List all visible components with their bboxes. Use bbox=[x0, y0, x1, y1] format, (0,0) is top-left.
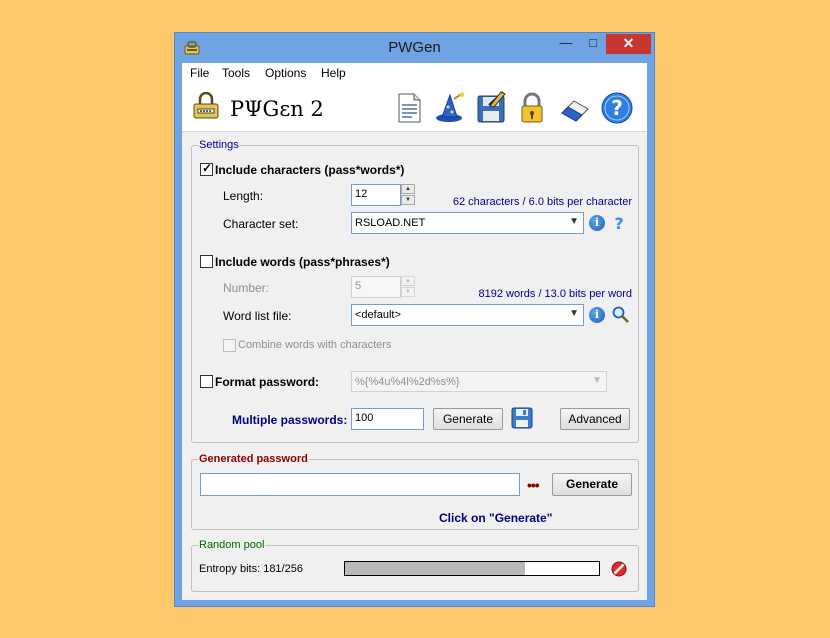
advanced-button[interactable]: Advanced bbox=[560, 408, 630, 430]
wordlist-info-icon[interactable]: i bbox=[589, 307, 605, 323]
include-chars-label: Include characters (pass*words*) bbox=[215, 163, 405, 177]
length-down-arrow[interactable]: ▼ bbox=[401, 195, 415, 205]
combine-label: Combine words with characters bbox=[238, 339, 392, 351]
number-spinner[interactable]: ▲ ▼ bbox=[401, 276, 415, 298]
menu-file[interactable]: File bbox=[190, 66, 209, 80]
charset-select[interactable]: RSLOAD.NET ▼ bbox=[351, 212, 584, 234]
charset-value: RSLOAD.NET bbox=[355, 217, 426, 229]
generate-multiple-button[interactable]: Generate bbox=[433, 408, 503, 430]
menu-options[interactable]: Options bbox=[265, 66, 306, 80]
chevron-down-icon: ▼ bbox=[569, 216, 579, 227]
lock-icon[interactable] bbox=[515, 91, 549, 125]
random-pool-group: Random pool Entropy bits: 181/256 bbox=[191, 539, 639, 592]
charset-info-icon[interactable]: i bbox=[589, 215, 605, 231]
menu-tools[interactable]: Tools bbox=[222, 66, 250, 80]
combine-checkbox[interactable] bbox=[223, 339, 236, 352]
reset-pool-icon[interactable] bbox=[611, 561, 627, 577]
entropy-progress-fill bbox=[345, 562, 525, 575]
generate-hint-text: Click on "Generate" bbox=[439, 511, 553, 525]
minimize-button[interactable]: — bbox=[552, 34, 580, 54]
chevron-down-icon: ▼ bbox=[569, 308, 579, 319]
app-window: PWGen — □ ✕ File Tools Options Help PΨGε… bbox=[174, 32, 655, 607]
number-input[interactable]: 5 bbox=[351, 276, 401, 298]
number-up-arrow[interactable]: ▲ bbox=[401, 276, 415, 286]
length-label: Length: bbox=[223, 189, 264, 203]
charset-label: Character set: bbox=[223, 217, 299, 231]
show-password-dots[interactable]: ••• bbox=[527, 477, 540, 493]
char-info-text: 62 characters / 6.0 bits per character bbox=[452, 196, 632, 208]
menu-bar: File Tools Options Help bbox=[182, 63, 647, 83]
wordlist-select[interactable]: <default> ▼ bbox=[351, 304, 584, 326]
format-select[interactable]: %{%4u%4l%2d%s%} ▼ bbox=[351, 371, 607, 392]
multiple-passwords-label: Multiple passwords: bbox=[232, 413, 348, 427]
format-checkbox[interactable] bbox=[200, 375, 213, 388]
format-label: Format password: bbox=[215, 375, 320, 389]
client-area: File Tools Options Help PΨGεn 2 ? Settin… bbox=[182, 63, 647, 600]
settings-legend: Settings bbox=[198, 139, 240, 151]
wordlist-label: Word list file: bbox=[223, 309, 292, 323]
wordlist-value: <default> bbox=[355, 309, 401, 321]
word-info-text: 8192 words / 13.0 bits per word bbox=[478, 288, 632, 300]
charset-help-icon[interactable]: ? bbox=[612, 214, 626, 232]
app-logo-text: PΨGεn 2 bbox=[230, 97, 324, 121]
include-chars-checkmark: ✓ bbox=[202, 161, 213, 175]
random-pool-legend: Random pool bbox=[198, 539, 266, 551]
number-label: Number: bbox=[223, 281, 270, 295]
include-chars-checkbox[interactable]: ✓ bbox=[200, 161, 213, 176]
toolbar: PΨGεn 2 ? bbox=[182, 83, 647, 132]
generated-password-legend: Generated password bbox=[198, 453, 309, 465]
title-bar[interactable]: PWGen — □ ✕ bbox=[175, 33, 654, 63]
chevron-down-icon: ▼ bbox=[592, 375, 602, 386]
help-icon[interactable]: ? bbox=[600, 91, 634, 125]
svg-text:?: ? bbox=[614, 214, 623, 232]
maximize-button[interactable]: □ bbox=[580, 34, 606, 54]
wizard-icon[interactable] bbox=[432, 91, 466, 125]
save-icon[interactable] bbox=[474, 91, 508, 125]
multiple-passwords-input[interactable]: 100 bbox=[351, 408, 424, 430]
app-logo-icon bbox=[193, 92, 219, 119]
magnifier-icon[interactable] bbox=[612, 306, 629, 323]
save-list-icon[interactable] bbox=[510, 406, 534, 430]
entropy-bits-label: Entropy bits: 181/256 bbox=[199, 563, 303, 575]
notepad-icon[interactable] bbox=[392, 91, 426, 125]
format-value: %{%4u%4l%2d%s%} bbox=[355, 376, 460, 388]
entropy-progress-bar bbox=[344, 561, 600, 576]
include-words-label: Include words (pass*phrases*) bbox=[215, 255, 390, 269]
number-down-arrow[interactable]: ▼ bbox=[401, 287, 415, 297]
length-spinner[interactable]: ▲ ▼ bbox=[401, 184, 415, 206]
generated-password-field[interactable] bbox=[200, 473, 520, 496]
svg-text:?: ? bbox=[611, 96, 623, 120]
menu-help[interactable]: Help bbox=[321, 66, 346, 80]
close-button[interactable]: ✕ bbox=[606, 34, 651, 54]
length-up-arrow[interactable]: ▲ bbox=[401, 184, 415, 194]
length-input[interactable]: 12 bbox=[351, 184, 401, 206]
generated-password-group: Generated password ••• Generate Click on… bbox=[191, 453, 639, 530]
settings-group: Settings ✓ Include characters (pass*word… bbox=[191, 139, 639, 443]
generate-password-button[interactable]: Generate bbox=[552, 473, 632, 496]
eraser-icon[interactable] bbox=[558, 91, 592, 125]
include-words-checkbox[interactable] bbox=[200, 255, 213, 268]
